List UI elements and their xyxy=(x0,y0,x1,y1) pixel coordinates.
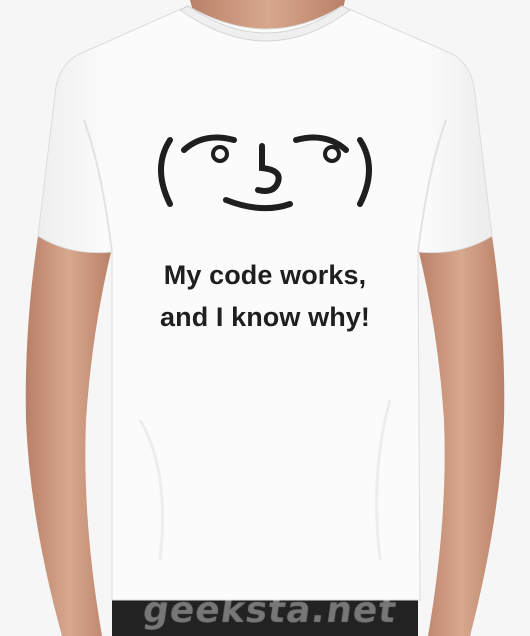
slogan-line-2: and I know why! xyxy=(159,302,370,332)
mouth xyxy=(223,197,293,212)
nose xyxy=(255,143,282,194)
tshirt-slogan: My code works, and I know why! xyxy=(80,254,450,338)
left-eye xyxy=(211,145,229,163)
watermark: geeksta.net xyxy=(140,590,400,631)
product-photo: ( ͡° ͜ʖ ͡°) My code works, and I know wh… xyxy=(0,0,530,636)
right-eye xyxy=(323,145,341,163)
slogan-line-1: My code works, xyxy=(163,260,367,290)
lenny-face-print: ( ͡° ͜ʖ ͡°) xyxy=(158,134,372,212)
left-parenthesis xyxy=(158,137,173,207)
right-parenthesis xyxy=(357,137,372,207)
